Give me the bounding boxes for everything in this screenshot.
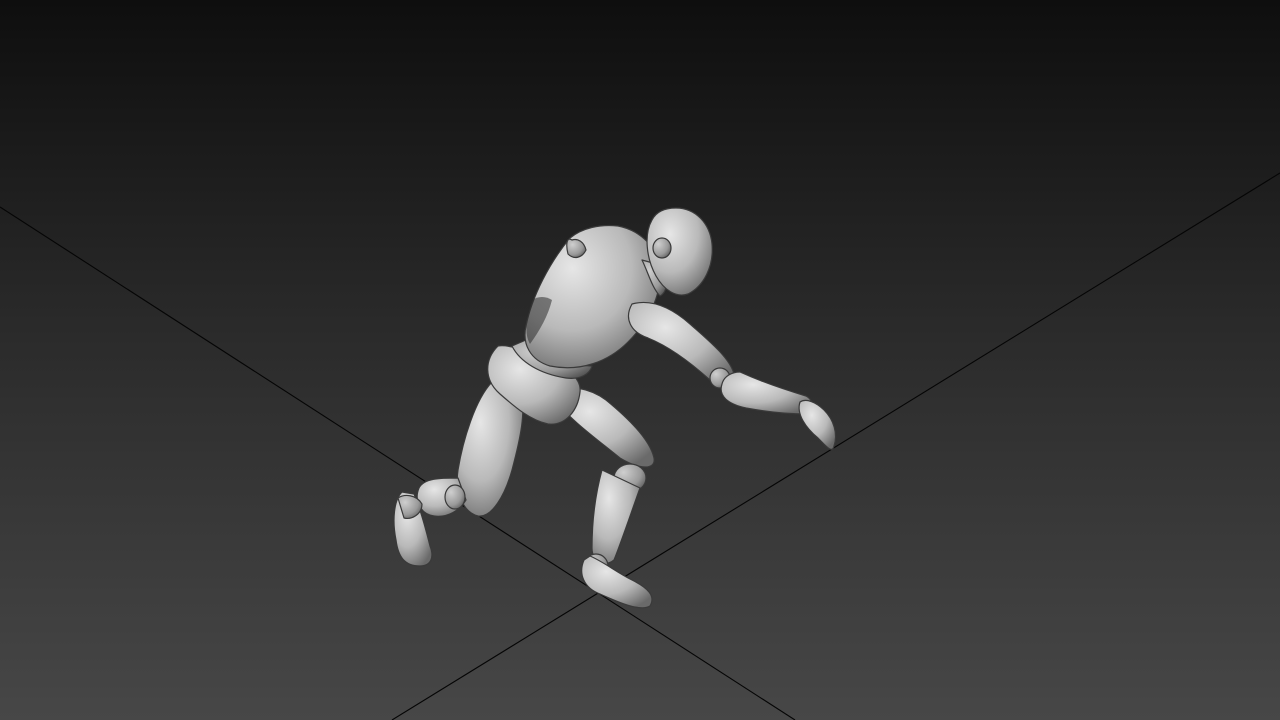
3d-viewport[interactable] xyxy=(0,0,1280,720)
mannequin-ear xyxy=(652,237,672,259)
viewport-background xyxy=(0,0,1280,720)
viewport-canvas[interactable] xyxy=(0,0,1280,720)
left-knee-joint xyxy=(444,484,466,510)
